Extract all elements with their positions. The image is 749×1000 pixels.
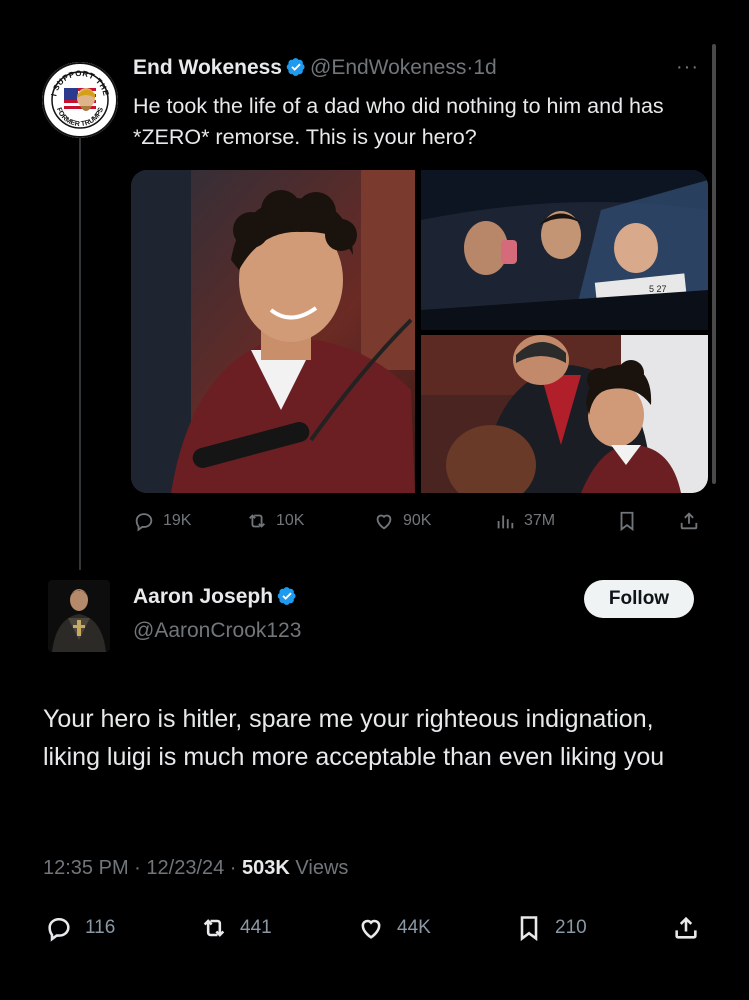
heart-icon [376,514,392,530]
like-count: 90K [403,512,432,529]
repost-icon [203,919,225,937]
reply-reply-button[interactable]: 116 [45,914,115,942]
reply-repost-count: 441 [240,917,272,938]
tweet-media-grid[interactable]: 5 27 [131,170,708,493]
end-wokeness-avatar[interactable]: I SUPPORT THE FORMER TRUMPS [42,62,118,138]
verified-badge-icon [277,587,296,605]
tweet-age[interactable]: 1d [473,56,496,79]
more-options-button[interactable]: ··· [676,56,699,79]
media-photo-car[interactable]: 5 27 [421,170,708,330]
reply-views-count: 503K [242,857,290,879]
repost-button[interactable]: 10K [246,510,304,532]
reply-bookmark-button[interactable]: 210 [515,914,587,942]
media-photo-lawyer[interactable] [421,335,708,493]
share-icon [675,916,697,939]
scrollbar[interactable] [712,44,716,484]
views-button[interactable]: 37M [494,510,555,532]
bookmark-icon [620,511,634,532]
tweet-text: He took the life of a dad who did nothin… [133,94,664,149]
reply-like-button[interactable]: 44K [357,914,431,942]
reply-button[interactable]: 19K [133,510,191,532]
reply-time[interactable]: 12:35 PM [43,857,129,879]
plate-text: 5 27 [649,284,667,294]
reply-author-name[interactable]: Aaron Joseph [133,585,273,608]
views-chart-icon [497,515,514,529]
repost-icon [249,514,265,528]
author-handle[interactable]: @EndWokeness [310,56,466,79]
avatar-photo-icon [48,580,110,652]
reply-reply-count: 116 [85,917,116,938]
media-photo-courtroom[interactable] [131,170,415,493]
like-button[interactable]: 90K [373,510,431,532]
photo-illustration-icon [131,170,415,493]
reply-views-label: Views [295,857,349,879]
tweet-header: End Wokeness @EndWokeness·1d [133,56,497,80]
author-name[interactable]: End Wokeness [133,56,282,79]
reply-meta: 12:35 PM · 12/23/24 · 503K Views [43,857,349,879]
thread-connector-line [79,118,81,570]
reply-share-button[interactable] [672,914,700,942]
reply-icon [135,513,153,532]
reply-text: Your hero is hitler, spare me your right… [43,705,665,771]
reply-date[interactable]: 12/23/24 [146,857,224,879]
aaron-joseph-avatar[interactable] [48,580,110,652]
views-count: 37M [524,512,556,529]
share-icon [680,512,698,530]
follow-button[interactable]: Follow [584,580,694,618]
reply-bookmark-count: 210 [555,917,587,938]
photo-illustration-icon [421,335,708,493]
bookmark-button[interactable] [616,510,638,532]
share-button[interactable] [678,510,700,532]
reply-count: 19K [163,512,192,529]
reply-repost-button[interactable]: 441 [200,914,272,942]
reply-like-count: 44K [397,917,431,938]
reply-author-handle[interactable]: @AaronCrook123 [133,619,301,643]
bookmark-icon [520,916,538,942]
reply-author-row: Aaron Joseph [133,585,301,609]
photo-illustration-icon: 5 27 [421,170,708,330]
verified-badge-icon [286,58,305,76]
reply-icon [48,917,70,942]
repost-count: 10K [276,512,305,529]
avatar-emblem-icon: I SUPPORT THE FORMER TRUMPS [42,62,118,138]
heart-icon [361,919,381,939]
